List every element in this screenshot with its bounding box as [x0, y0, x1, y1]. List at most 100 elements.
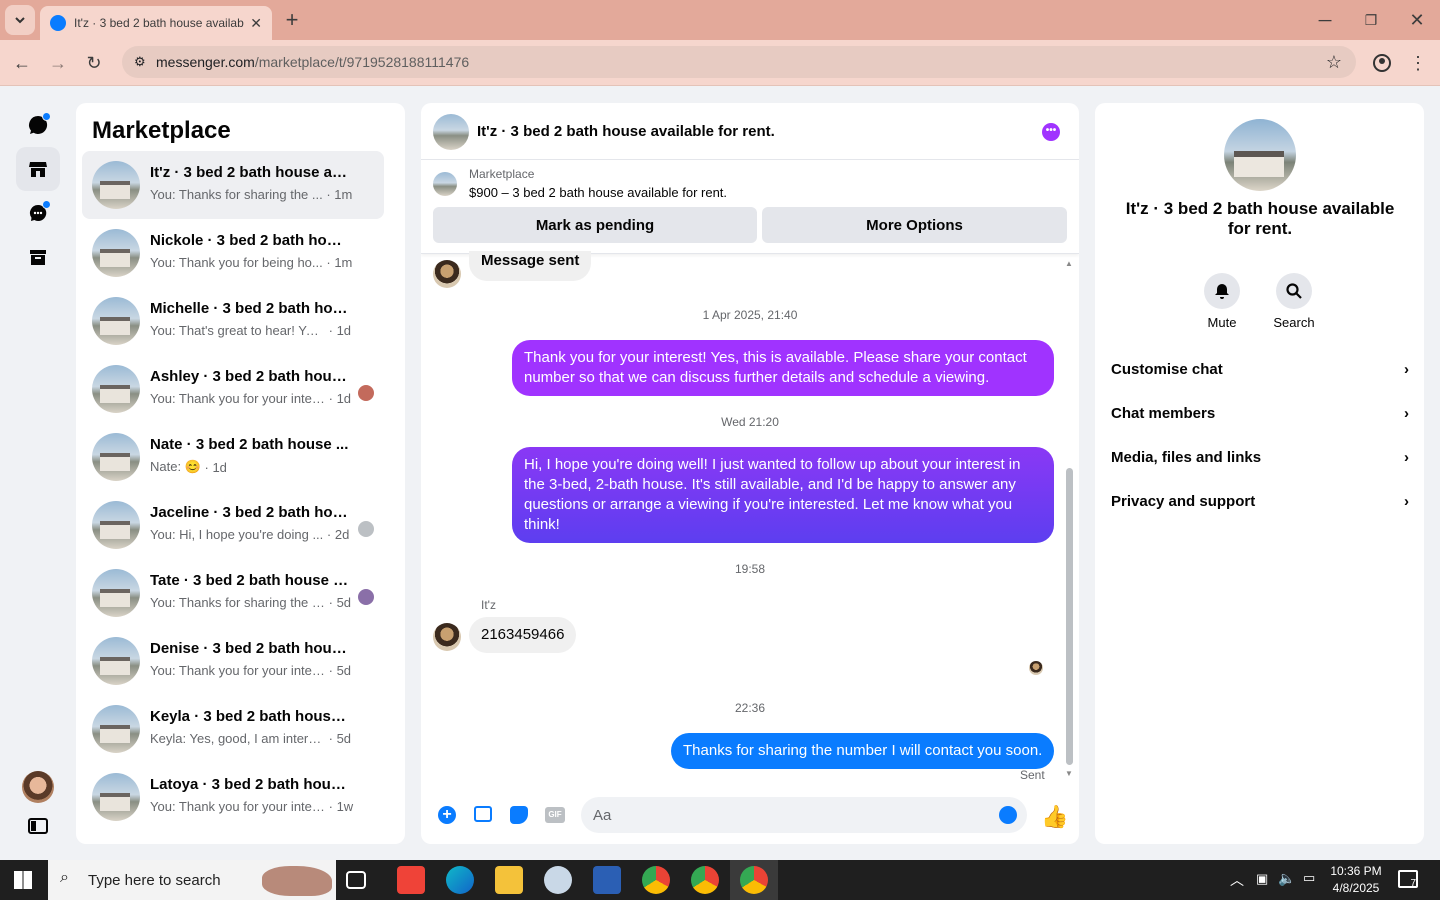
- conversation-item[interactable]: It'z · 3 bed 2 bath house av... You: Than…: [82, 151, 384, 219]
- taskbar-search[interactable]: ⌕ Type here to search: [48, 860, 336, 900]
- thumbs-up-icon[interactable]: 👍: [1041, 804, 1068, 830]
- close-tab-icon[interactable]: ✕: [250, 15, 262, 32]
- chat-avatar[interactable]: [433, 114, 469, 150]
- requests-icon[interactable]: [16, 191, 60, 235]
- tab-search-icon[interactable]: [5, 5, 35, 35]
- preview-time: · 1d: [328, 323, 352, 338]
- chrome-icon[interactable]: [642, 866, 670, 894]
- seen-avatar: [1029, 661, 1043, 675]
- address-bar: ← → ↻ ⚙ messenger.com/marketplace/t/9719…: [0, 40, 1440, 86]
- new-tab-icon[interactable]: +: [277, 5, 307, 35]
- show-hidden-icons[interactable]: ︿: [1230, 870, 1244, 890]
- network-icon[interactable]: ▭: [1303, 870, 1315, 886]
- conversation-item[interactable]: Ashley · 3 bed 2 bath hous... You: Thank …: [82, 355, 384, 423]
- conversation-name: Jaceline · 3 bed 2 bath hou...: [150, 504, 350, 521]
- emoji-icon[interactable]: [999, 806, 1017, 824]
- sender-avatar: [433, 260, 461, 288]
- task-view-icon[interactable]: [346, 871, 366, 889]
- sender-avatar: [433, 623, 461, 651]
- conversation-item[interactable]: Jaceline · 3 bed 2 bath hou... You: Hi, I…: [82, 491, 384, 559]
- message-bubble-sent[interactable]: Thanks for sharing the number I will con…: [671, 733, 1055, 769]
- conversation-item[interactable]: Denise · 3 bed 2 bath hous... You: Thank …: [82, 627, 384, 695]
- edge-icon[interactable]: [446, 866, 474, 894]
- profile-avatar[interactable]: [1224, 119, 1296, 191]
- message-bubble-sent[interactable]: Thank you for your interest! Yes, this i…: [512, 340, 1054, 396]
- window-close-icon[interactable]: ✕: [1402, 5, 1432, 35]
- conversation-item[interactable]: Keyla · 3 bed 2 bath house ... Keyla: Yes…: [82, 695, 384, 763]
- chats-icon[interactable]: [16, 103, 60, 147]
- my-avatar[interactable]: [16, 765, 60, 809]
- forward-icon[interactable]: →: [43, 48, 73, 78]
- chat-panel: It'z · 3 bed 2 bath house available for …: [421, 103, 1079, 844]
- profile-icon[interactable]: [1367, 48, 1397, 78]
- marketplace-listing-bar: Marketplace $900 – 3 bed 2 bath house av…: [421, 160, 1079, 254]
- row-label: Chat members: [1111, 404, 1216, 422]
- conversation-item[interactable]: Latoya · 3 bed 2 bath hous... You: Thank …: [82, 763, 384, 831]
- chat-scrollbar[interactable]: [1066, 468, 1073, 765]
- volume-icon[interactable]: 🔈: [1278, 870, 1295, 887]
- search-button[interactable]: Search: [1258, 273, 1330, 330]
- minimize-icon[interactable]: ─: [1310, 5, 1340, 35]
- bookmark-star-icon[interactable]: ☆: [1326, 52, 1342, 73]
- app-icon-anydesk[interactable]: [397, 866, 425, 894]
- listing-thumbnail: [433, 172, 457, 196]
- sidebar-toggle-icon[interactable]: [16, 804, 60, 848]
- gif-icon[interactable]: GIF: [545, 807, 565, 823]
- listing-avatar: [92, 773, 140, 821]
- archive-icon[interactable]: [16, 235, 60, 279]
- clock-date: 4/8/2025: [1332, 881, 1380, 895]
- conversation-name: Keyla · 3 bed 2 bath house ...: [150, 708, 350, 725]
- clock-time: 10:36 PM: [1330, 864, 1382, 878]
- chrome-active-icon[interactable]: [740, 866, 768, 894]
- chat-title[interactable]: It'z · 3 bed 2 bath house available for …: [477, 123, 775, 140]
- chat-members-row[interactable]: Chat members ›: [1111, 393, 1409, 433]
- windows-start-icon[interactable]: [14, 871, 32, 889]
- conversation-name: It'z · 3 bed 2 bath house av...: [150, 164, 350, 181]
- composer: + GIF Aa 👍: [421, 788, 1079, 844]
- preview-text: You: Hi, I hope you're doing ...: [150, 527, 324, 542]
- scroll-down-icon[interactable]: ▼: [1065, 769, 1073, 778]
- system-clock[interactable]: 10:36 PM 4/8/2025: [1325, 863, 1387, 897]
- meet-now-icon[interactable]: ▣: [1256, 871, 1268, 887]
- browser-menu-icon[interactable]: ⋮: [1403, 48, 1433, 78]
- message-input[interactable]: Aa: [581, 797, 1027, 833]
- media-files-links-row[interactable]: Media, files and links ›: [1111, 437, 1409, 477]
- mark-pending-button[interactable]: Mark as pending: [433, 207, 757, 243]
- privacy-support-row[interactable]: Privacy and support ›: [1111, 481, 1409, 521]
- browser-tab[interactable]: It'z · 3 bed 2 bath house availab ✕: [40, 6, 272, 40]
- message-bubble-received[interactable]: 2163459466: [469, 617, 577, 653]
- conversation-item[interactable]: Michelle · 3 bed 2 bath hou... You: That'…: [82, 287, 384, 355]
- conversation-item[interactable]: Nate · 3 bed 2 bath house ... Nate: 😊 · 1…: [82, 423, 384, 491]
- conversation-item[interactable]: Tate · 3 bed 2 bath house a... You: Thank…: [82, 559, 384, 627]
- conversation-list-panel: Marketplace It'z · 3 bed 2 bath house av…: [76, 103, 405, 844]
- customise-chat-row[interactable]: Customise chat ›: [1111, 349, 1409, 389]
- mute-button[interactable]: Mute: [1186, 273, 1258, 330]
- preview-time: · 5d: [328, 663, 352, 678]
- word-icon[interactable]: [593, 866, 621, 894]
- sender-name: It'z: [481, 598, 496, 612]
- site-info-icon[interactable]: ⚙: [134, 54, 146, 70]
- preview-time: · 5d: [328, 731, 352, 746]
- conversation-item[interactable]: Nickole · 3 bed 2 bath hous... You: Thank…: [82, 219, 384, 287]
- scroll-up-icon[interactable]: ▲: [1065, 259, 1073, 268]
- file-explorer-icon[interactable]: [495, 866, 523, 894]
- sticker-icon[interactable]: [510, 806, 528, 824]
- maximize-icon[interactable]: ❐: [1356, 5, 1386, 35]
- row-label: Media, files and links: [1111, 448, 1262, 466]
- more-icon[interactable]: •••: [1042, 123, 1060, 141]
- sent-status: Sent: [1020, 768, 1045, 782]
- photo-icon[interactable]: [474, 806, 492, 822]
- back-icon[interactable]: ←: [7, 48, 37, 78]
- app-icon-paint[interactable]: [544, 866, 572, 894]
- chrome-profile-icon[interactable]: [691, 866, 719, 894]
- more-actions-icon[interactable]: +: [438, 806, 456, 824]
- message-bubble-sent[interactable]: Hi, I hope you're doing well! I just wan…: [512, 447, 1054, 543]
- reload-icon[interactable]: ↻: [79, 48, 109, 78]
- listing-title[interactable]: $900 – 3 bed 2 bath house available for …: [469, 185, 727, 200]
- notifications-icon[interactable]: 7: [1398, 870, 1418, 889]
- url-field[interactable]: ⚙ messenger.com/marketplace/t/9719528188…: [122, 46, 1356, 78]
- more-options-button[interactable]: More Options: [762, 207, 1067, 243]
- bell-icon: [1215, 284, 1229, 299]
- marketplace-icon[interactable]: [16, 147, 60, 191]
- conversation-name: Michelle · 3 bed 2 bath hou...: [150, 300, 350, 317]
